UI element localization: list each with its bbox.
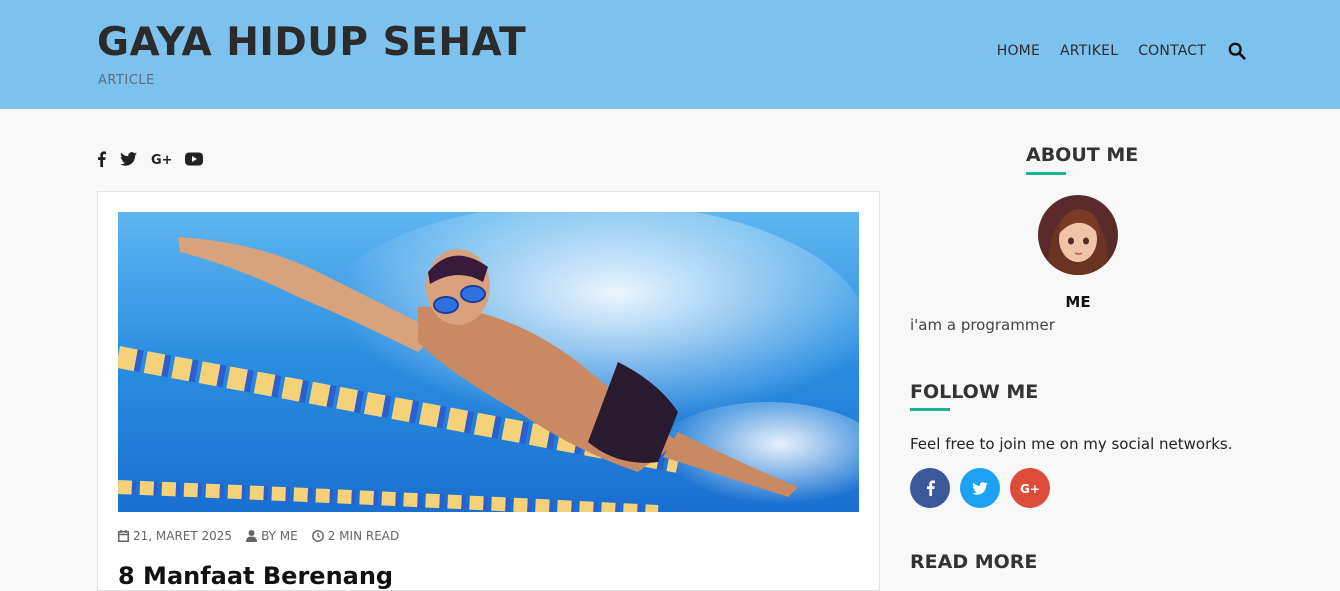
follow-social-links: G+ bbox=[910, 468, 1060, 508]
nav-artikel[interactable]: ARTIKEL bbox=[1060, 43, 1118, 59]
post-meta: 21, MARET 2025 BY ME 2 MIN READ bbox=[118, 529, 413, 543]
post-read-time-text: 2 MIN READ bbox=[327, 529, 400, 543]
post-date-text: 21, MARET 2025 bbox=[133, 529, 233, 543]
facebook-icon[interactable] bbox=[97, 151, 106, 167]
user-icon bbox=[246, 530, 258, 542]
youtube-icon[interactable] bbox=[185, 152, 203, 166]
about-name: ME bbox=[1065, 293, 1091, 311]
post-date: 21, MARET 2025 bbox=[118, 529, 232, 543]
post-read-time: 2 MIN READ bbox=[311, 529, 400, 543]
clock-icon bbox=[311, 530, 324, 542]
svg-text:G+: G+ bbox=[151, 153, 171, 166]
about-underline bbox=[1026, 172, 1066, 175]
about-description: i'am a programmer bbox=[910, 316, 1055, 334]
read-more-heading: READ MORE bbox=[910, 551, 1038, 573]
nav-home[interactable]: HOME bbox=[997, 43, 1040, 59]
twitter-icon[interactable] bbox=[120, 152, 137, 166]
main-nav: HOME ARTIKEL CONTACT bbox=[977, 42, 1246, 60]
google-plus-button[interactable]: G+ bbox=[1010, 468, 1050, 508]
facebook-icon bbox=[926, 480, 935, 496]
calendar-icon bbox=[118, 530, 129, 542]
site-tagline: ARTICLE bbox=[98, 73, 155, 88]
post-author-text[interactable]: BY ME bbox=[261, 529, 298, 543]
site-header: GAYA HIDUP SEHAT ARTICLE HOME ARTIKEL CO… bbox=[0, 0, 1340, 109]
nav-contact[interactable]: CONTACT bbox=[1138, 43, 1206, 59]
google-plus-icon[interactable]: G+ bbox=[151, 152, 171, 166]
follow-underline bbox=[910, 408, 950, 411]
google-plus-icon: G+ bbox=[1020, 482, 1040, 495]
follow-heading: FOLLOW ME bbox=[910, 381, 1039, 403]
twitter-icon bbox=[972, 481, 988, 495]
follow-text: Feel free to join me on my social networ… bbox=[910, 435, 1233, 453]
swimmer-photo[interactable] bbox=[118, 212, 859, 512]
post-title[interactable]: 8 Manfaat Berenang bbox=[118, 562, 393, 590]
svg-text:G+: G+ bbox=[1020, 482, 1040, 495]
facebook-button[interactable] bbox=[910, 468, 950, 508]
post-author: BY ME bbox=[246, 529, 298, 543]
search-icon[interactable] bbox=[1228, 42, 1246, 60]
twitter-button[interactable] bbox=[960, 468, 1000, 508]
about-heading: ABOUT ME bbox=[1026, 144, 1139, 166]
top-social-links: G+ bbox=[97, 151, 217, 167]
avatar bbox=[1038, 195, 1118, 275]
site-title[interactable]: GAYA HIDUP SEHAT bbox=[97, 20, 526, 65]
post-card: 21, MARET 2025 BY ME 2 MIN READ 8 Manfaa… bbox=[97, 191, 880, 591]
